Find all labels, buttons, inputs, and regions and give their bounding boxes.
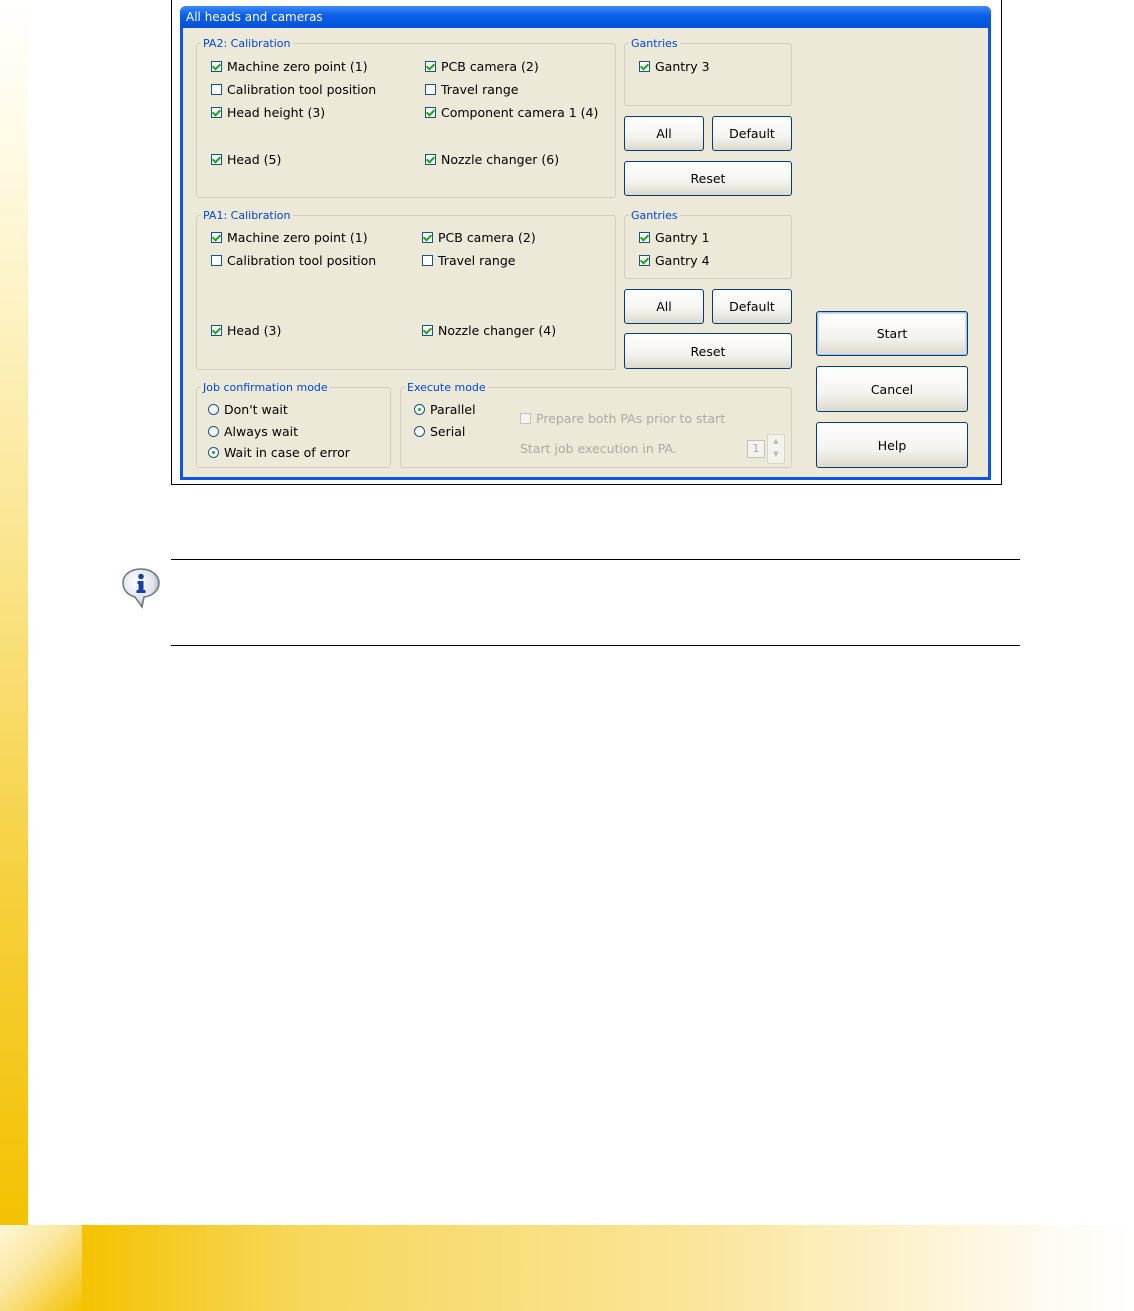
- checkbox-label: Machine zero point (1): [227, 59, 368, 74]
- execute-mode-legend: Execute mode: [407, 381, 486, 394]
- checkbox-label: PCB camera (2): [441, 59, 539, 74]
- checkbox-icon: [422, 325, 433, 336]
- checkbox-icon: [425, 61, 436, 72]
- gantry-3-checkbox[interactable]: Gantry 3: [639, 59, 710, 74]
- prepare-both-pas-checkbox[interactable]: Prepare both PAs prior to start: [520, 411, 725, 426]
- pa1-machine-zero-point-checkbox[interactable]: Machine zero point (1): [211, 230, 368, 245]
- start-button[interactable]: Start: [816, 311, 968, 356]
- pa2-calibration-legend: PA2: Calibration: [203, 37, 291, 50]
- radio-icon: [208, 447, 219, 458]
- radio-always-wait[interactable]: Always wait: [208, 424, 298, 439]
- title-bar[interactable]: All heads and cameras: [180, 6, 991, 28]
- page-side-bar: [0, 0, 28, 1311]
- pa1-calibration-tool-position-checkbox[interactable]: Calibration tool position: [211, 253, 376, 268]
- pa2-reset-button[interactable]: Reset: [624, 161, 792, 196]
- spin-arrows-icon[interactable]: ▲ ▼: [767, 434, 785, 464]
- checkbox-icon: [639, 232, 650, 243]
- checkbox-label: Gantry 1: [655, 230, 710, 245]
- checkbox-icon: [425, 154, 436, 165]
- page-footer-band: [0, 1225, 1134, 1311]
- checkbox-icon: [211, 255, 222, 266]
- checkbox-label: Head (3): [227, 323, 282, 338]
- pa2-nozzle-changer-checkbox[interactable]: Nozzle changer (6): [425, 152, 559, 167]
- radio-label: Serial: [430, 424, 466, 439]
- radio-parallel[interactable]: Parallel: [414, 402, 476, 417]
- checkbox-label: Travel range: [438, 253, 516, 268]
- checkbox-label: Calibration tool position: [227, 253, 377, 268]
- info-icon: [122, 568, 160, 609]
- radio-icon: [414, 426, 425, 437]
- radio-icon: [208, 426, 219, 437]
- dialog-client-area: PA2: Calibration Machine zero point (1) …: [183, 28, 988, 477]
- help-button[interactable]: Help: [816, 422, 968, 468]
- checkbox-icon: [425, 84, 436, 95]
- radio-serial[interactable]: Serial: [414, 424, 465, 439]
- checkbox-label: Calibration tool position: [227, 82, 377, 97]
- checkbox-label: Gantry 4: [655, 253, 710, 268]
- note-top-rule: [171, 559, 1020, 560]
- page-footer-corner: [0, 1225, 82, 1311]
- radio-label: Wait in case of error: [224, 445, 350, 460]
- checkbox-label: Nozzle changer (6): [441, 152, 560, 167]
- start-pa-spin-value[interactable]: 1: [747, 440, 765, 458]
- pa1-gantries-legend: Gantries: [631, 209, 678, 222]
- gantry-4-checkbox[interactable]: Gantry 4: [639, 253, 710, 268]
- pa2-all-button[interactable]: All: [624, 116, 704, 151]
- pa2-calibration-tool-position-checkbox[interactable]: Calibration tool position: [211, 82, 376, 97]
- pa1-calibration-legend: PA1: Calibration: [203, 209, 291, 222]
- pa2-gantries-legend: Gantries: [631, 37, 678, 50]
- note-bottom-rule: [171, 645, 1020, 646]
- window-title: All heads and cameras: [186, 10, 323, 24]
- checkbox-label: Component camera 1 (4): [441, 105, 599, 120]
- gantry-1-checkbox[interactable]: Gantry 1: [639, 230, 710, 245]
- checkbox-label: Head (5): [227, 152, 282, 167]
- dialog-window: All heads and cameras PA2: Calibration M…: [180, 6, 991, 480]
- radio-wait-on-error[interactable]: Wait in case of error: [208, 445, 350, 460]
- radio-icon: [208, 404, 219, 415]
- pa1-travel-range-checkbox[interactable]: Travel range: [422, 253, 515, 268]
- radio-label: Always wait: [224, 424, 299, 439]
- start-pa-label: Start job execution in PA.: [520, 441, 677, 456]
- checkbox-icon: [639, 61, 650, 72]
- pa1-reset-button[interactable]: Reset: [624, 333, 792, 369]
- checkbox-icon: [425, 107, 436, 118]
- checkbox-icon: [639, 255, 650, 266]
- checkbox-icon: [520, 413, 531, 424]
- checkbox-icon: [211, 154, 222, 165]
- radio-label: Parallel: [430, 402, 476, 417]
- checkbox-icon: [211, 84, 222, 95]
- checkbox-label: Machine zero point (1): [227, 230, 368, 245]
- checkbox-label: PCB camera (2): [438, 230, 536, 245]
- radio-label: Don't wait: [224, 402, 288, 417]
- checkbox-icon: [211, 325, 222, 336]
- checkbox-label: Gantry 3: [655, 59, 710, 74]
- checkbox-label: Head height (3): [227, 105, 326, 120]
- radio-dont-wait[interactable]: Don't wait: [208, 402, 288, 417]
- pa1-head-checkbox[interactable]: Head (3): [211, 323, 281, 338]
- pa1-nozzle-changer-checkbox[interactable]: Nozzle changer (4): [422, 323, 556, 338]
- cancel-button[interactable]: Cancel: [816, 366, 968, 412]
- pa2-travel-range-checkbox[interactable]: Travel range: [425, 82, 518, 97]
- checkbox-icon: [211, 232, 222, 243]
- pa2-head-checkbox[interactable]: Head (5): [211, 152, 281, 167]
- checkbox-label: Nozzle changer (4): [438, 323, 557, 338]
- radio-icon: [414, 404, 425, 415]
- pa2-default-button[interactable]: Default: [712, 116, 792, 151]
- checkbox-label: Prepare both PAs prior to start: [536, 411, 726, 426]
- checkbox-icon: [211, 61, 222, 72]
- pa2-component-camera-checkbox[interactable]: Component camera 1 (4): [425, 105, 598, 120]
- pa1-all-button[interactable]: All: [624, 289, 704, 324]
- screenshot-frame: All heads and cameras PA2: Calibration M…: [171, 0, 1002, 485]
- checkbox-icon: [211, 107, 222, 118]
- pa2-head-height-checkbox[interactable]: Head height (3): [211, 105, 325, 120]
- pa1-pcb-camera-checkbox[interactable]: PCB camera (2): [422, 230, 536, 245]
- pa2-pcb-camera-checkbox[interactable]: PCB camera (2): [425, 59, 539, 74]
- pa1-default-button[interactable]: Default: [712, 289, 792, 324]
- checkbox-icon: [422, 255, 433, 266]
- pa2-machine-zero-point-checkbox[interactable]: Machine zero point (1): [211, 59, 368, 74]
- checkbox-icon: [422, 232, 433, 243]
- checkbox-label: Travel range: [441, 82, 519, 97]
- job-confirmation-legend: Job confirmation mode: [203, 381, 328, 394]
